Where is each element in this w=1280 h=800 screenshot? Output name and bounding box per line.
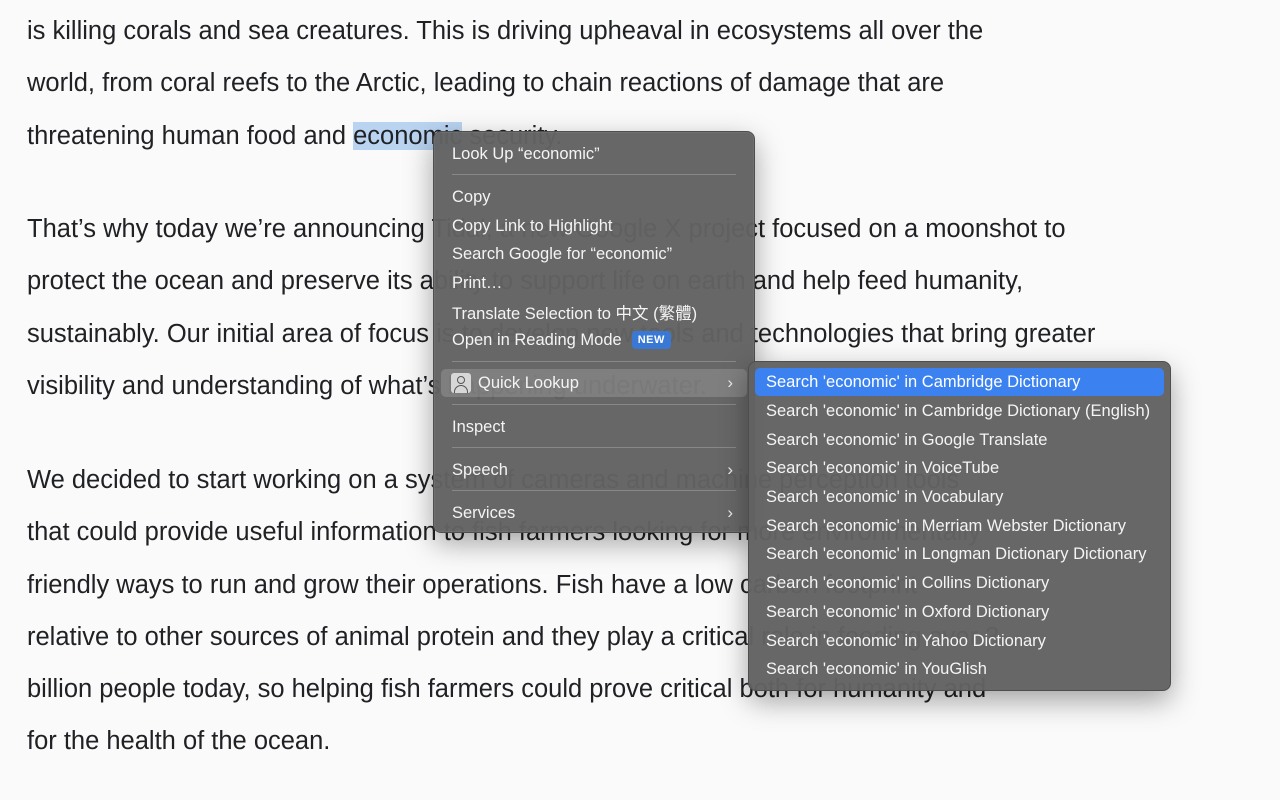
submenu-item-yahoo[interactable]: Search 'economic' in Yahoo Dictionary [755,627,1164,655]
menu-item-label: Translate Selection to 中文 (繁體) [452,305,698,323]
chevron-right-icon: › [727,373,733,392]
submenu-item-vocabulary[interactable]: Search 'economic' in Vocabulary [755,483,1164,511]
menu-item-print[interactable]: Print… [441,269,747,297]
text-segment: threatening human food and [27,121,354,150]
paragraph-line: world, from coral reefs to the Arctic, l… [27,69,945,98]
menu-item-look-up[interactable]: Look Up “economic” [441,140,747,168]
submenu-item-cambridge-english[interactable]: Search 'economic' in Cambridge Dictionar… [755,397,1164,425]
menu-separator [452,361,736,362]
chevron-right-icon: › [727,503,733,522]
menu-item-label: Print… [452,273,503,292]
submenu-item-youglish[interactable]: Search 'economic' in YouGlish [755,655,1164,683]
submenu-item-google-translate[interactable]: Search 'economic' in Google Translate [755,426,1164,454]
menu-item-label: Look Up “economic” [452,144,600,163]
menu-item-label: Speech [452,460,508,479]
chevron-right-icon: › [727,460,733,479]
menu-item-translate-selection[interactable]: Translate Selection to 中文 (繁體) [441,298,747,326]
menu-item-open-in-reading-mode[interactable]: Open in Reading Mode NEW [441,326,747,354]
menu-item-label: Copy [452,187,491,206]
menu-item-label: Open in Reading Mode [452,330,622,349]
submenu-item-voicetube[interactable]: Search 'economic' in VoiceTube [755,454,1164,482]
quick-lookup-submenu: Search 'economic' in Cambridge Dictionar… [748,361,1171,691]
paragraph-line: for the health of the ocean. [27,727,331,756]
menu-item-speech[interactable]: Speech › [441,456,747,484]
submenu-item-cambridge[interactable]: Search 'economic' in Cambridge Dictionar… [755,368,1164,396]
menu-item-services[interactable]: Services › [441,499,747,527]
menu-separator [452,447,736,448]
menu-item-inspect[interactable]: Inspect [441,413,747,441]
quick-lookup-icon [451,373,471,393]
submenu-item-merriam-webster[interactable]: Search 'economic' in Merriam Webster Dic… [755,512,1164,540]
menu-item-quick-lookup[interactable]: Quick Lookup › [441,369,747,397]
submenu-item-longman[interactable]: Search 'economic' in Longman Dictionary … [755,540,1164,568]
submenu-item-collins[interactable]: Search 'economic' in Collins Dictionary [755,569,1164,597]
menu-item-label: Copy Link to Highlight [452,216,613,235]
menu-item-label: Services [452,503,516,522]
new-badge: NEW [631,331,671,349]
page: is killing corals and sea creatures. Thi… [0,0,1280,800]
menu-item-label: Quick Lookup [478,373,579,392]
menu-item-search-google[interactable]: Search Google for “economic” [441,240,747,268]
menu-item-label: Search Google for “economic” [452,244,673,263]
menu-separator [452,174,736,175]
paragraph-line: is killing corals and sea creatures. Thi… [27,17,984,45]
menu-item-copy-link-to-highlight[interactable]: Copy Link to Highlight [441,212,747,240]
menu-separator [452,404,736,405]
menu-separator [452,490,736,491]
submenu-item-oxford[interactable]: Search 'economic' in Oxford Dictionary [755,598,1164,626]
menu-item-label: Inspect [452,417,506,436]
menu-item-copy[interactable]: Copy [441,183,747,211]
context-menu: Look Up “economic” Copy Copy Link to Hig… [433,131,755,533]
